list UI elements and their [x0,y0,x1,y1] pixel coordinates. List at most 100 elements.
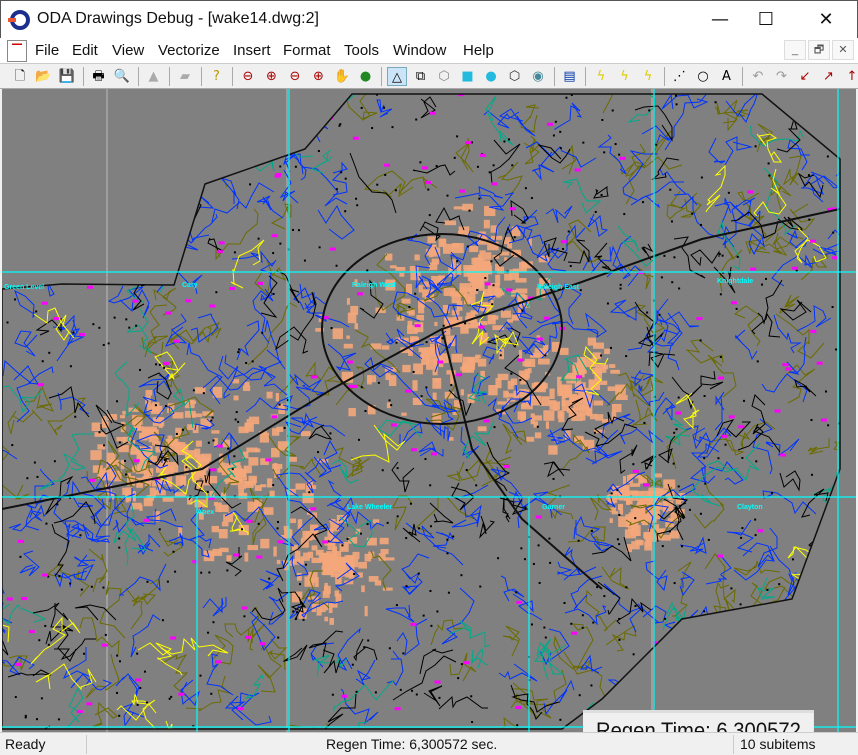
print-icon[interactable]: 🖶 [89,67,109,86]
gouraud-shaded-icon[interactable]: ● [481,67,501,86]
building-dot [317,150,320,153]
building-dot [113,316,116,319]
menu-window[interactable]: Window [393,42,446,59]
disabled-tool-icon[interactable]: ▲ [144,67,164,86]
stream-line [386,650,404,686]
arrow-down-left-icon[interactable]: ↙ [795,67,815,86]
contour-line [334,94,355,109]
print-preview-icon[interactable]: 🔍 [112,67,132,86]
stream-line [19,550,40,577]
wireframe-2d-icon[interactable]: △ [387,67,407,86]
parcel-line [520,104,540,133]
render-icon[interactable]: ◉ [528,67,548,86]
road-line [54,638,96,661]
building-dot [207,441,210,444]
magenta-marker [810,329,817,333]
menu-format[interactable]: Format [283,42,331,59]
help-icon[interactable]: ? [207,67,227,86]
urban-area [522,361,532,367]
minimize-button[interactable]: — [697,1,743,39]
parcel-line [2,438,10,461]
building-dot [618,513,621,516]
stream-line [127,144,148,187]
building-dot [355,690,358,693]
highway-line [121,160,157,196]
menu-vectorize[interactable]: Vectorize [158,42,220,59]
building-dot [581,614,584,617]
line-icon[interactable]: ⋰ [670,67,690,86]
building-dot [175,432,178,435]
urban-area [315,549,324,556]
building-dot [600,193,603,196]
flat-shaded-icon[interactable]: ■ [458,67,478,86]
parcel-line [88,548,108,593]
hidden-text-icon[interactable]: ⧉ [411,67,431,86]
text-icon[interactable]: A [717,67,737,86]
urban-area [428,248,434,258]
building-dot [367,639,370,642]
arrow-up-right-icon[interactable]: ↗ [819,67,839,86]
open-icon[interactable]: 📂 [34,67,54,86]
building-dot [344,210,347,213]
menu-file[interactable]: File [35,42,59,59]
urban-area [505,392,509,397]
orbit-icon[interactable]: ● [356,67,376,86]
new-icon[interactable]: 🗋 [10,67,30,86]
properties-icon[interactable]: ▤ [560,67,580,86]
regen-window-icon[interactable]: ϟ [615,67,635,86]
urban-area [518,349,523,359]
building-dot [816,727,819,729]
menu-insert[interactable]: Insert [233,42,271,59]
building-dot [47,643,50,646]
building-dot [233,251,236,254]
building-dot [792,605,795,608]
parcel-line [782,155,802,186]
menu-edit[interactable]: Edit [72,42,98,59]
urban-area [324,582,328,592]
regen-visible-icon[interactable]: ϟ [638,67,658,86]
circle-icon[interactable]: ○ [693,67,713,86]
road-line [640,454,657,471]
building-dot [559,147,562,150]
wireframe-3d-icon[interactable]: ⬡ [434,67,454,86]
zoom-out-icon[interactable]: ⊖ [285,67,305,86]
regen-icon[interactable]: ϟ [591,67,611,86]
menu-tools[interactable]: Tools [344,42,379,59]
menu-help[interactable]: Help [463,42,494,59]
urban-area [259,432,269,443]
box-icon[interactable]: ⬡ [505,67,525,86]
building-dot [158,528,161,531]
save-icon[interactable]: 💾 [57,67,77,86]
pan-icon[interactable]: ✋ [332,67,352,86]
document-icon[interactable]: ▬▬ [7,40,27,62]
zoom-in-icon[interactable]: ⊕ [262,67,282,86]
building-dot [42,226,45,229]
building-dot [497,557,500,560]
drawing-canvas[interactable]: Green Level Cary Raleigh West Raleigh East K… [2,89,856,732]
parcel-line [211,634,234,665]
maximize-button[interactable]: ☐ [743,1,789,39]
building-dot [388,647,391,650]
magenta-marker [503,464,510,468]
urban-area [510,378,518,386]
urban-area [219,547,229,553]
mdi-close-button[interactable]: ✕ [832,40,854,60]
building-dot [766,589,769,592]
zoom-extents-icon[interactable]: ⊕ [309,67,329,86]
stream-line [765,438,800,457]
undo-icon[interactable]: ↶ [748,67,768,86]
zoom-window-icon[interactable]: ⊖ [238,67,258,86]
close-button[interactable]: ✕ [803,1,849,39]
stream-line [815,603,839,652]
redo-icon[interactable]: ↷ [772,67,792,86]
building-dot [102,147,105,150]
magenta-marker [275,173,282,177]
menu-view[interactable]: View [112,42,144,59]
urban-area [294,550,301,561]
mdi-restore-button[interactable]: 🗗 [808,40,830,60]
urban-area [211,430,220,434]
magenta-marker [135,678,142,682]
arrow-up-icon[interactable]: ↑ [842,67,858,86]
disabled-tool2-icon[interactable]: ▰ [175,67,195,86]
mdi-minimize-button[interactable]: _ [784,40,806,60]
